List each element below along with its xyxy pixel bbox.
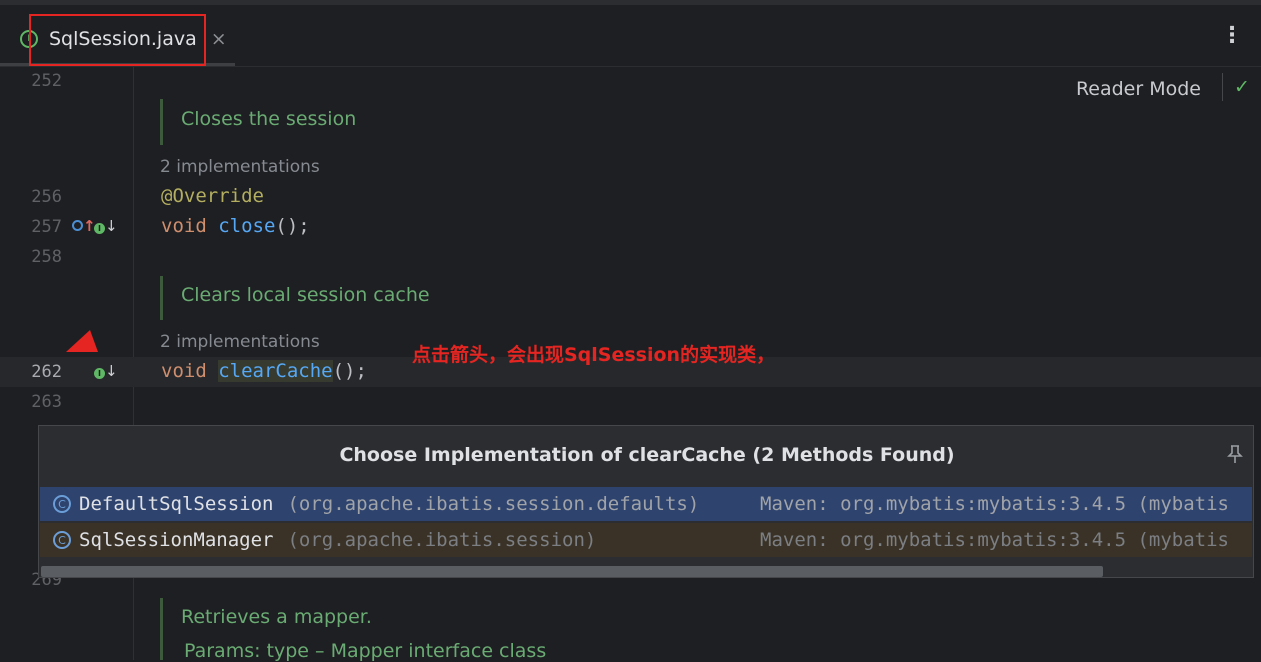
close-icon[interactable]: × [211, 28, 227, 50]
red-highlight-box [29, 14, 206, 66]
green-i-icon: I [94, 368, 105, 379]
tab-separator [0, 66, 1261, 67]
doc-comment-bar [160, 99, 163, 145]
editor-tab-bar: I SqlSession.java × ⋮ [0, 5, 1261, 67]
punctuation: (); [275, 215, 310, 237]
reader-mode-button[interactable]: Reader Mode [1076, 78, 1201, 100]
doc-comment: Clears local session cache [181, 284, 430, 306]
doc-comment-bar [160, 598, 163, 660]
class-package: (org.apache.ibatis.session.defaults) [287, 493, 700, 515]
green-i-icon: I [94, 223, 105, 234]
line-number: 262 [31, 362, 62, 382]
annotation-override: @Override [161, 185, 264, 207]
keyword: void [161, 215, 207, 237]
method-name[interactable]: clearCache [218, 360, 333, 382]
arrow-down-icon: ↓ [105, 217, 118, 235]
class-source: Maven: org.mybatis:mybatis:3.4.5 (mybati… [760, 493, 1229, 515]
blue-circle-icon [72, 220, 83, 231]
annotation-note: 点击箭头，会出现SqlSession的实现类， [412, 344, 776, 366]
doc-comment-bar [160, 276, 163, 320]
more-options-icon[interactable]: ⋮ [1221, 25, 1243, 47]
pin-icon[interactable] [1227, 444, 1243, 469]
class-icon: C [53, 531, 71, 549]
horizontal-scrollbar-thumb[interactable] [41, 566, 1103, 577]
check-icon: ✓ [1234, 76, 1250, 98]
class-name: DefaultSqlSession [79, 493, 274, 515]
code-line-257: void close(); [161, 215, 310, 237]
line-number: 256 [31, 187, 62, 207]
line-number: 263 [31, 392, 62, 412]
implemented-icon[interactable]: I ↓ [94, 217, 118, 235]
line-number: 258 [31, 247, 62, 267]
doc-comment: Retrieves a mapper. [181, 606, 372, 628]
doc-comment-params: Params: type – Mapper interface class [184, 640, 547, 662]
punctuation: (); [332, 360, 367, 382]
method-name[interactable]: close [218, 215, 275, 237]
choose-implementation-popup: Choose Implementation of clearCache (2 M… [38, 425, 1254, 578]
line-number: 257 [31, 217, 62, 237]
arrow-down-icon: ↓ [105, 362, 118, 380]
keyword: void [161, 360, 207, 382]
code-line-262: void clearCache(); [161, 360, 367, 382]
implementation-row[interactable]: C DefaultSqlSession (org.apache.ibatis.s… [40, 487, 1252, 521]
class-package: (org.apache.ibatis.session) [287, 529, 597, 551]
class-name: SqlSessionManager [79, 529, 274, 551]
class-source: Maven: org.mybatis:mybatis:3.4.5 (mybati… [760, 529, 1229, 551]
implementation-row[interactable]: C SqlSessionManager (org.apache.ibatis.s… [40, 523, 1252, 557]
implemented-icon-clearcache[interactable]: I ↓ [94, 362, 118, 380]
popup-title: Choose Implementation of clearCache (2 M… [339, 444, 955, 466]
overrides-icon[interactable]: ↑ [72, 217, 96, 235]
implementations-hint[interactable]: 2 implementations [160, 157, 320, 177]
class-icon: C [53, 495, 71, 513]
doc-comment: Closes the session [181, 108, 357, 130]
line-number: 252 [31, 71, 62, 91]
reader-separator [1222, 73, 1223, 101]
implementations-hint[interactable]: 2 implementations [160, 332, 320, 352]
